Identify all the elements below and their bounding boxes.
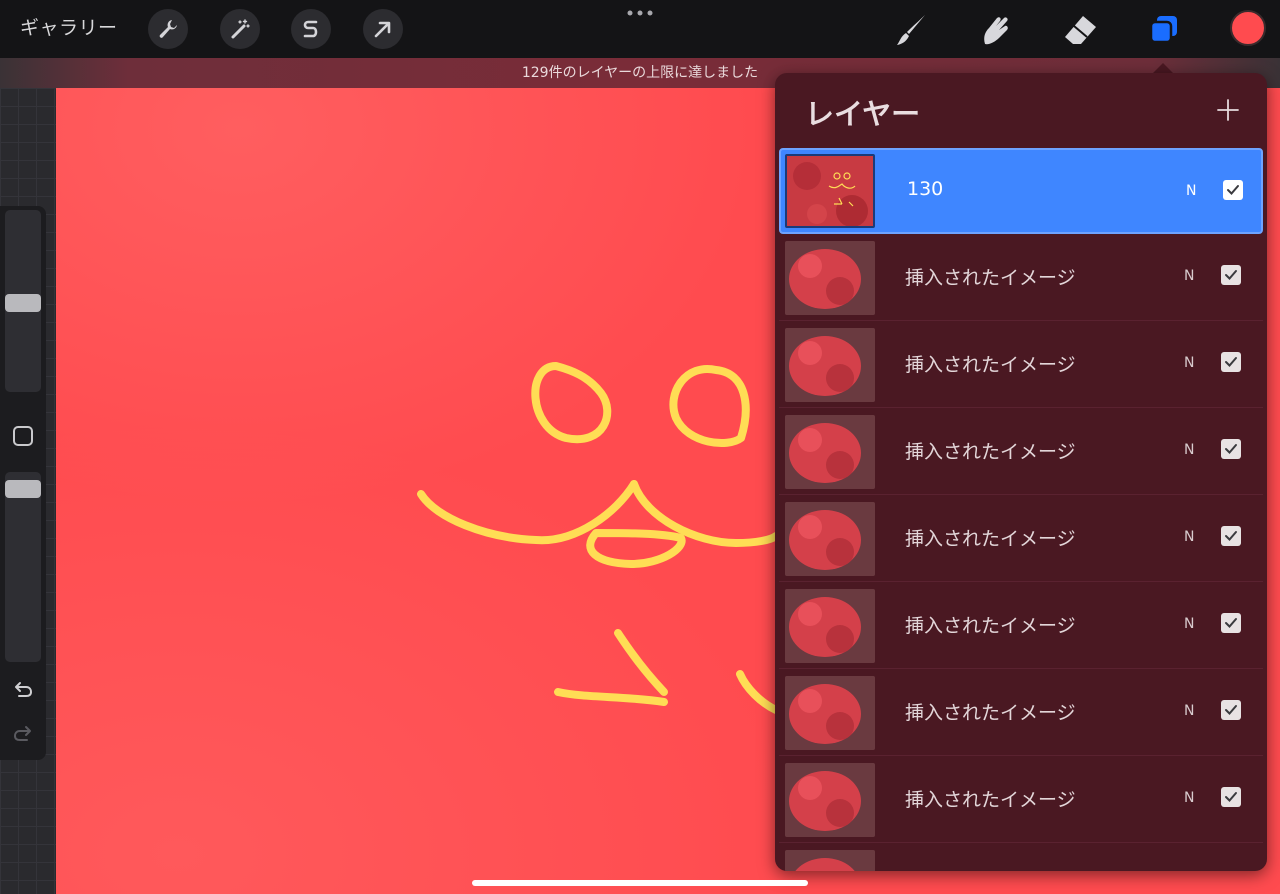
blend-mode-button[interactable]: N — [1184, 355, 1194, 371]
layer-name: 挿入されたイメージ — [905, 441, 1076, 463]
layer-thumbnail — [785, 328, 875, 402]
layers-icon — [1149, 16, 1177, 44]
visibility-checkbox[interactable] — [1221, 439, 1241, 459]
layer-name: 挿入されたイメージ — [905, 615, 1076, 637]
smudge-tool[interactable] — [975, 10, 1015, 50]
top-toolbar: ギャラリー — [0, 0, 1280, 58]
visibility-checkbox[interactable] — [1221, 265, 1241, 285]
selection-s-icon — [303, 20, 318, 38]
checkmark-icon — [1225, 357, 1237, 367]
layer-row[interactable]: 130 N — [779, 148, 1263, 234]
visibility-checkbox[interactable] — [1221, 526, 1241, 546]
blend-mode-button[interactable]: N — [1184, 529, 1194, 545]
layers-panel-title: レイヤー — [805, 97, 921, 131]
actions-button[interactable] — [148, 9, 188, 49]
layer-thumbnail — [785, 154, 875, 228]
home-indicator[interactable] — [472, 880, 808, 886]
modify-button[interactable] — [13, 426, 33, 446]
layer-thumbnail — [785, 502, 875, 576]
blend-mode-button[interactable]: N — [1184, 790, 1194, 806]
layer-thumbnail — [785, 763, 875, 837]
layer-name: 挿入されたイメージ — [905, 267, 1076, 289]
eraser-icon — [1065, 16, 1096, 44]
checkmark-icon — [1225, 618, 1237, 628]
plus-icon[interactable] — [1215, 97, 1241, 123]
gallery-button[interactable]: ギャラリー — [20, 14, 118, 42]
layer-row[interactable]: 挿入されたイメージ N — [779, 583, 1263, 669]
layer-row[interactable]: 挿入されたイメージ N — [779, 496, 1263, 582]
visibility-checkbox[interactable] — [1221, 787, 1241, 807]
arrow-cursor-icon — [374, 21, 391, 38]
adjustments-button[interactable] — [220, 9, 260, 49]
checkmark-icon — [1225, 270, 1237, 280]
checkmark-icon — [1225, 531, 1237, 541]
visibility-checkbox[interactable] — [1221, 700, 1241, 720]
layer-thumbnail — [785, 676, 875, 750]
layer-row[interactable]: 挿入されたイメージ N — [779, 322, 1263, 408]
layer-thumbnail — [785, 241, 875, 315]
checkmark-icon — [1225, 792, 1237, 802]
checkmark-icon — [1225, 705, 1237, 715]
opacity-slider[interactable] — [5, 472, 41, 662]
magic-wand-icon — [231, 19, 250, 39]
layer-thumbnail — [785, 415, 875, 489]
visibility-checkbox[interactable] — [1221, 352, 1241, 372]
blend-mode-button[interactable]: N — [1184, 616, 1194, 632]
layer-row[interactable]: 挿入されたイメージ N — [779, 670, 1263, 756]
eraser-tool[interactable] — [1060, 10, 1100, 50]
layer-row[interactable]: 挿入されたイメージ N — [779, 757, 1263, 843]
blend-mode-button[interactable]: N — [1184, 442, 1194, 458]
blend-mode-button[interactable]: N — [1186, 183, 1196, 199]
wrench-icon — [159, 20, 177, 38]
more-dots-icon[interactable] — [626, 8, 654, 18]
layer-thumbnail — [785, 589, 875, 663]
layer-row-partial[interactable] — [779, 844, 1263, 871]
checkmark-icon — [1227, 185, 1239, 195]
brush-tool[interactable] — [892, 10, 932, 50]
layers-panel: レイヤー 130 N 挿入されたイメージ N 挿入されたイメージ N 挿入された… — [775, 73, 1267, 871]
procreate-app: ギャラリー 129件のレイヤーの上限に達しました レイヤー 130 N 挿入され… — [0, 0, 1280, 894]
layers-tool[interactable] — [1144, 10, 1184, 50]
opacity-handle[interactable] — [5, 480, 41, 498]
layer-row[interactable]: 挿入されたイメージ N — [779, 235, 1263, 321]
visibility-checkbox[interactable] — [1223, 180, 1243, 200]
redo-icon[interactable] — [11, 722, 35, 746]
color-picker-swatch[interactable] — [1230, 10, 1266, 46]
checkmark-icon — [1225, 444, 1237, 454]
layer-thumbnail — [785, 850, 875, 871]
layer-name: 挿入されたイメージ — [905, 528, 1076, 550]
smudge-hand-icon — [984, 17, 1008, 45]
visibility-checkbox[interactable] — [1221, 613, 1241, 633]
undo-icon[interactable] — [11, 678, 35, 702]
selection-button[interactable] — [291, 9, 331, 49]
layer-name: 挿入されたイメージ — [905, 354, 1076, 376]
layer-row[interactable]: 挿入されたイメージ N — [779, 409, 1263, 495]
brush-size-handle[interactable] — [5, 294, 41, 312]
brush-icon — [897, 15, 925, 45]
blend-mode-button[interactable]: N — [1184, 703, 1194, 719]
left-sidebar — [0, 206, 46, 760]
transform-button[interactable] — [363, 9, 403, 49]
blend-mode-button[interactable]: N — [1184, 268, 1194, 284]
layer-name: 挿入されたイメージ — [905, 702, 1076, 724]
layer-name: 挿入されたイメージ — [905, 789, 1076, 811]
layer-name: 130 — [907, 178, 944, 200]
